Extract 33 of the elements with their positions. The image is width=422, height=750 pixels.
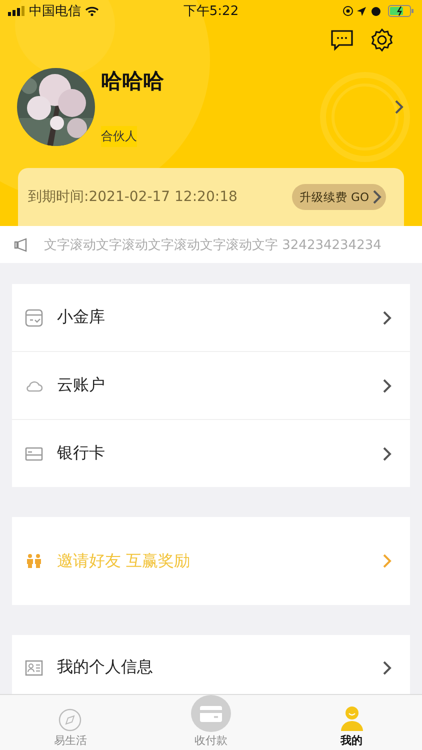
signal-icon	[8, 6, 25, 16]
bank-card-icon	[25, 446, 43, 460]
chevron-icon	[372, 189, 382, 205]
expiry-text: 到期时间:2021-02-17 12:20:18	[28, 188, 238, 206]
drawer-icon	[25, 308, 43, 326]
menu-item[interactable]: 小金库	[12, 284, 410, 352]
status-time: 下午5:22	[183, 3, 239, 20]
chevron-icon	[382, 660, 392, 676]
person-icon	[340, 706, 364, 732]
menu-item[interactable]: 银行卡	[12, 420, 410, 487]
chevron-icon	[382, 446, 392, 462]
user-name: 哈哈哈	[101, 68, 165, 95]
chevron-icon	[394, 99, 404, 115]
card-icon	[200, 706, 222, 722]
role-label: 合伙人	[101, 126, 137, 147]
menu-item[interactable]: 我的个人信息	[12, 635, 410, 694]
compass-icon	[58, 708, 82, 732]
menu-item[interactable]: 云账户	[12, 352, 410, 420]
wifi-icon	[85, 6, 99, 16]
carrier-name: 中国电信	[29, 3, 81, 20]
people-icon	[25, 553, 43, 569]
id-card-icon	[25, 660, 43, 676]
settings-icon[interactable]	[370, 28, 394, 52]
status-icons	[343, 5, 384, 17]
chevron-icon	[382, 378, 392, 394]
notice-text: 文字滚动文字滚动文字滚动文字滚动文字 324234234234	[44, 236, 382, 254]
chevron-icon	[382, 553, 392, 569]
message-icon[interactable]	[330, 28, 354, 52]
upgrade-button[interactable]: 升级续费 GO	[292, 184, 386, 210]
tab-item[interactable]: 我的	[281, 695, 422, 750]
battery-icon	[388, 5, 414, 17]
cloud-icon	[25, 378, 43, 392]
chevron-icon	[382, 310, 392, 326]
